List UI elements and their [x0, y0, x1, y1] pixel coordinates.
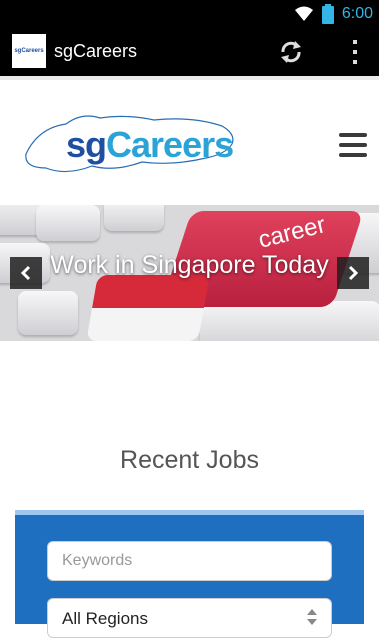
overflow-menu-icon[interactable]: [349, 40, 361, 64]
site-logo[interactable]: sgCareers: [22, 108, 244, 180]
hero-carousel: career Work in Singapore Today: [0, 205, 379, 341]
carousel-caption: Work in Singapore Today: [50, 251, 329, 279]
chevron-left-icon: [20, 265, 31, 281]
region-select[interactable]: All Regions: [47, 598, 332, 638]
region-select-value: All Regions: [62, 609, 148, 628]
singapore-flag-key: [86, 275, 210, 341]
hamburger-menu-icon[interactable]: [339, 133, 367, 157]
app-icon-text: sgCareers: [14, 48, 44, 54]
status-bar: 6:00: [0, 0, 379, 28]
site-header: sgCareers: [0, 76, 379, 200]
chevron-right-icon: [348, 265, 359, 281]
status-time: 6:00: [341, 5, 373, 22]
logo-wordmark: sgCareers: [66, 124, 234, 166]
wifi-icon: [294, 6, 313, 21]
app-title: sgCareers: [54, 41, 138, 61]
keywords-input[interactable]: [47, 541, 332, 581]
logo-careers: Careers: [106, 124, 234, 165]
app-icon: sgCareers: [12, 34, 46, 68]
status-icons: 6:00: [294, 4, 373, 24]
refresh-icon[interactable]: [277, 38, 305, 66]
logo-sg: sg: [66, 124, 107, 165]
recent-jobs-title: Recent Jobs: [120, 446, 259, 474]
carousel-next-button[interactable]: [337, 257, 369, 289]
carousel-prev-button[interactable]: [10, 257, 42, 289]
select-arrows-icon: [307, 609, 317, 625]
action-bar: sgCareers sgCareers: [0, 28, 379, 76]
battery-icon: [321, 4, 334, 24]
